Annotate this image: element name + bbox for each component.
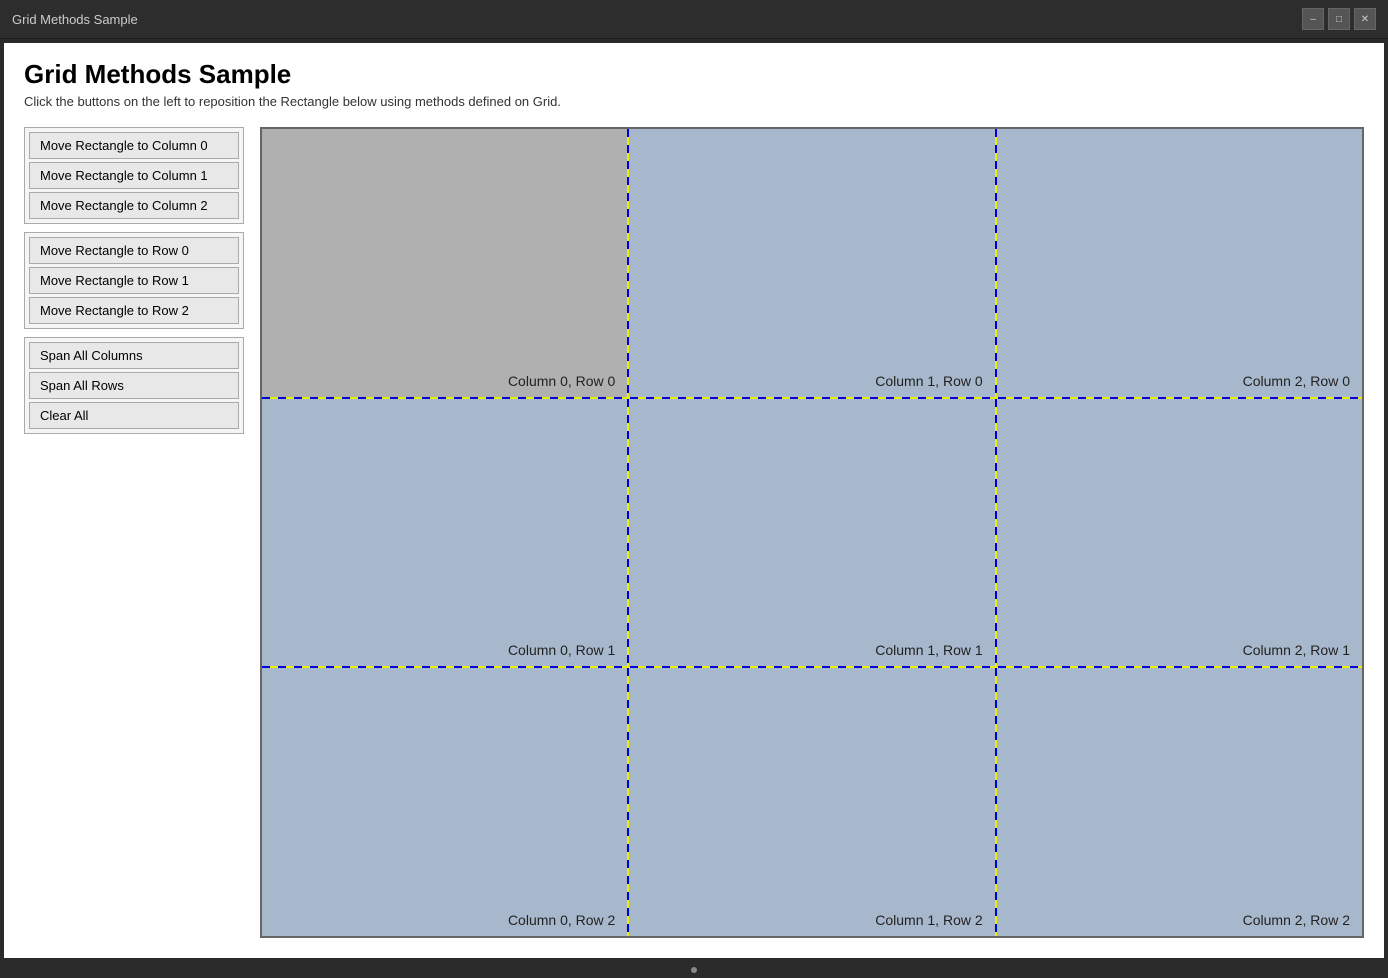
move-row-1-button[interactable]: Move Rectangle to Row 1 [29,267,239,294]
title-bar: Grid Methods Sample ‒ □ ✕ [0,0,1388,39]
grid-display: Column 0, Row 0 Column 1, Row 0 Column 2… [260,127,1364,938]
grid-cell-col0-row1: Column 0, Row 1 [262,399,627,667]
main-window: Grid Methods Sample Click the buttons on… [4,43,1384,958]
span-button-group: Span All Columns Span All Rows Clear All [24,337,244,434]
maximize-button[interactable]: □ [1328,8,1350,30]
move-row-0-button[interactable]: Move Rectangle to Row 0 [29,237,239,264]
left-panel: Move Rectangle to Column 0 Move Rectangl… [24,127,244,938]
page-header: Grid Methods Sample Click the buttons on… [4,43,1384,117]
grid-cell-label: Column 0, Row 0 [508,373,615,389]
grid-cell-label: Column 1, Row 1 [875,642,982,658]
content-area: Move Rectangle to Column 0 Move Rectangl… [4,117,1384,958]
grid-cell-col2-row1: Column 2, Row 1 [997,399,1362,667]
grid-cell-label: Column 2, Row 0 [1243,373,1350,389]
close-button[interactable]: ✕ [1354,8,1376,30]
clear-all-button[interactable]: Clear All [29,402,239,429]
grid-cell-col1-row0: Column 1, Row 0 [629,129,994,397]
grid-cell-label: Column 2, Row 2 [1243,912,1350,928]
grid-cell-label: Column 0, Row 1 [508,642,615,658]
row-button-group: Move Rectangle to Row 0 Move Rectangle t… [24,232,244,329]
bottom-bar [0,962,1388,978]
grid-cell-label: Column 2, Row 1 [1243,642,1350,658]
grid-cell-col0-row2: Column 0, Row 2 [262,668,627,936]
move-col-2-button[interactable]: Move Rectangle to Column 2 [29,192,239,219]
grid-cell-label: Column 1, Row 2 [875,912,982,928]
grid-cell-col2-row2: Column 2, Row 2 [997,668,1362,936]
title-bar-controls: ‒ □ ✕ [1302,8,1376,30]
span-all-columns-button[interactable]: Span All Columns [29,342,239,369]
title-bar-text: Grid Methods Sample [12,12,138,27]
grid-cell-label: Column 0, Row 2 [508,912,615,928]
page-subtitle: Click the buttons on the left to reposit… [24,94,1364,109]
column-button-group: Move Rectangle to Column 0 Move Rectangl… [24,127,244,224]
scroll-indicator [691,967,697,973]
grid-cell-col1-row2: Column 1, Row 2 [629,668,994,936]
move-row-2-button[interactable]: Move Rectangle to Row 2 [29,297,239,324]
grid-cell-col0-row0: Column 0, Row 0 [262,129,627,397]
grid-cell-col2-row0: Column 2, Row 0 [997,129,1362,397]
page-title: Grid Methods Sample [24,59,1364,90]
grid-cell-label: Column 1, Row 0 [875,373,982,389]
move-col-0-button[interactable]: Move Rectangle to Column 0 [29,132,239,159]
minimize-button[interactable]: ‒ [1302,8,1324,30]
move-col-1-button[interactable]: Move Rectangle to Column 1 [29,162,239,189]
grid-cell-col1-row1: Column 1, Row 1 [629,399,994,667]
span-all-rows-button[interactable]: Span All Rows [29,372,239,399]
